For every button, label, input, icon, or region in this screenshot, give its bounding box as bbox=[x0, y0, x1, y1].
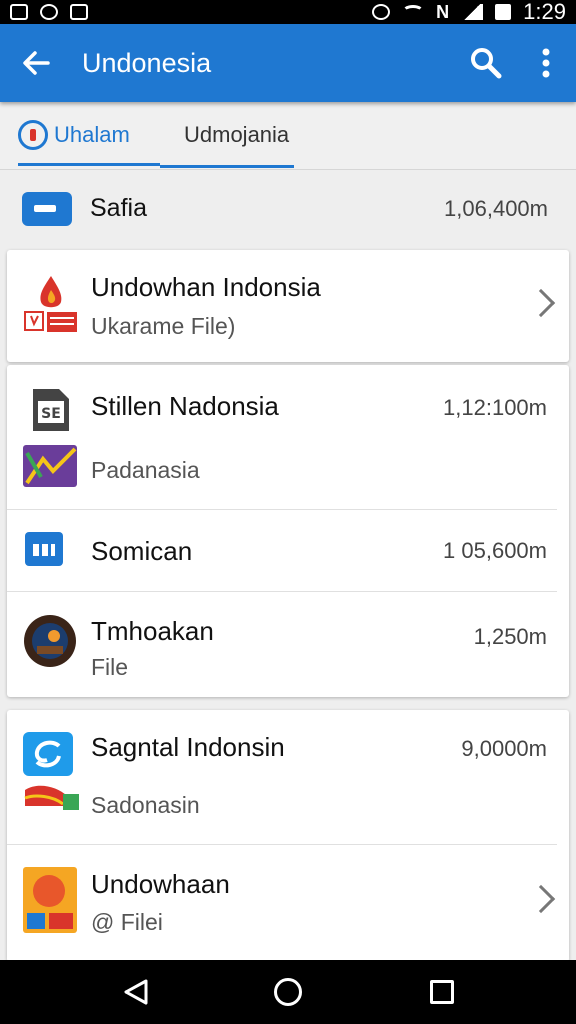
card-2: SE Stillen Nadonsia Padanasia 1,12:100m … bbox=[7, 365, 569, 697]
status-bar: N 1:29 bbox=[0, 0, 576, 24]
item-subtitle: @ Filei bbox=[91, 909, 163, 935]
arrow-left-icon bbox=[23, 51, 50, 75]
sync-app-icon bbox=[23, 732, 79, 810]
clock-app-icon bbox=[40, 4, 58, 20]
list-item[interactable]: Tmhoakan File 1,250m bbox=[7, 592, 569, 696]
status-bar-right: N 1:29 bbox=[372, 0, 566, 24]
item-value: 1,250m bbox=[473, 624, 547, 649]
card-3: Sagntal Indonsin Sadonasin 9,0000m Undow… bbox=[7, 710, 569, 962]
tab-indicator bbox=[18, 163, 160, 166]
section-header[interactable]: Safia 1,06,400m bbox=[0, 178, 576, 242]
app-bar: Undonesia bbox=[0, 24, 576, 102]
tab-udmojania[interactable]: Udmojania bbox=[184, 102, 294, 168]
svg-text:SE: SE bbox=[41, 406, 61, 422]
overflow-menu-button[interactable] bbox=[516, 24, 576, 102]
item-title: Tmhoakan bbox=[91, 616, 214, 646]
search-button[interactable] bbox=[456, 24, 516, 102]
signal-icon bbox=[461, 4, 484, 20]
page-title: Undonesia bbox=[82, 47, 212, 78]
status-time: 1:29 bbox=[523, 0, 566, 24]
sun-app-icon bbox=[23, 867, 77, 933]
tab-icon bbox=[18, 120, 48, 150]
more-vert-icon bbox=[542, 48, 550, 78]
alarm-icon bbox=[372, 4, 391, 20]
tab-label: Udmojania bbox=[184, 122, 290, 147]
photo-avatar-icon bbox=[24, 615, 76, 667]
status-bar-left bbox=[10, 0, 88, 24]
notification-icon bbox=[10, 4, 28, 20]
list-item[interactable]: Undowhan Indonsia Ukarame File) bbox=[7, 250, 569, 362]
item-value: 1 05,600m bbox=[443, 538, 547, 563]
wifi-icon bbox=[402, 5, 425, 19]
search-icon bbox=[471, 48, 502, 79]
list-item[interactable]: SE Stillen Nadonsia Padanasia 1,12:100m bbox=[7, 365, 569, 509]
item-title: Undowhaan bbox=[91, 869, 230, 899]
navigation-bar bbox=[0, 960, 576, 1024]
message-icon bbox=[22, 192, 72, 226]
list-item[interactable]: Sagntal Indonsin Sadonasin 9,0000m bbox=[7, 710, 569, 844]
card-1: Undowhan Indonsia Ukarame File) bbox=[7, 250, 569, 362]
section-header-label: Safia bbox=[90, 194, 147, 222]
item-title: Undowhan Indonsia bbox=[91, 272, 321, 302]
list-item[interactable]: Undowhaan @ Filei bbox=[7, 845, 569, 961]
fire-app-icon bbox=[24, 276, 77, 332]
chevron-right-icon bbox=[526, 288, 556, 318]
item-title: Sagntal Indonsin bbox=[91, 732, 285, 762]
item-title: Somican bbox=[91, 536, 193, 566]
item-subtitle: Sadonasin bbox=[91, 792, 200, 818]
tab-indicator-secondary bbox=[160, 165, 294, 168]
item-subtitle: File bbox=[91, 654, 129, 680]
nav-back-icon[interactable] bbox=[122, 978, 150, 1006]
sim-icon bbox=[70, 4, 88, 20]
tab-uhalam[interactable]: Uhalam bbox=[18, 102, 160, 168]
document-app-icon: SE bbox=[23, 389, 77, 487]
nav-recents-icon[interactable] bbox=[430, 980, 454, 1004]
nav-home-icon[interactable] bbox=[274, 978, 302, 1006]
section-header-value: 1,06,400m bbox=[444, 196, 548, 221]
chevron-right-icon bbox=[526, 884, 556, 914]
back-button[interactable] bbox=[0, 24, 72, 102]
tab-label: Uhalam bbox=[54, 122, 130, 147]
item-value: 9,0000m bbox=[461, 736, 547, 761]
carrier-text: N bbox=[436, 1, 450, 22]
item-title: Stillen Nadonsia bbox=[91, 391, 279, 421]
list-item[interactable]: Somican 1 05,600m bbox=[7, 510, 569, 590]
battery-icon bbox=[495, 4, 512, 20]
keyboard-app-icon bbox=[25, 532, 63, 566]
tab-bar: Uhalam Udmojania bbox=[0, 102, 576, 170]
item-subtitle: Padanasia bbox=[91, 457, 200, 483]
item-subtitle: Ukarame File) bbox=[91, 313, 236, 339]
item-value: 1,12:100m bbox=[443, 395, 547, 420]
